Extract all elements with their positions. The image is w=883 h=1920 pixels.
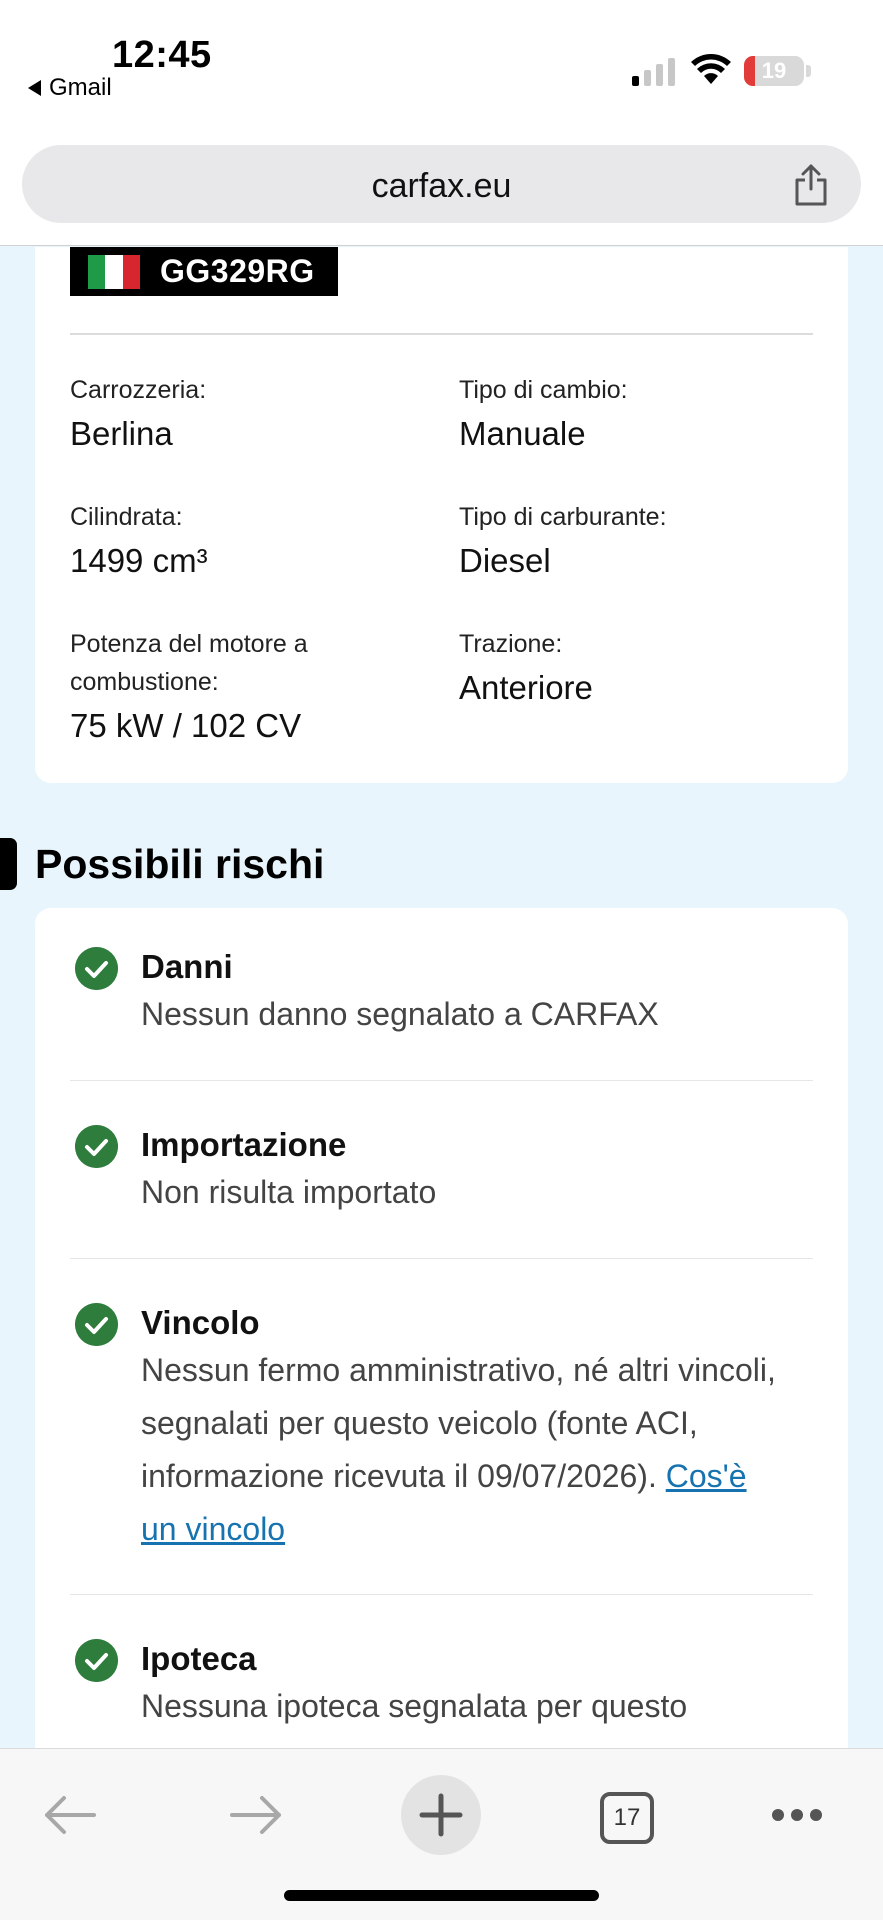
check-circle-icon <box>75 1125 118 1168</box>
risk-title: Importazione <box>141 1126 347 1163</box>
page-content: GG329RG Carrozzeria: Berlina Tipo di cam… <box>0 247 883 1748</box>
arrow-left-icon[interactable] <box>42 1793 98 1837</box>
check-circle-icon <box>75 1303 118 1346</box>
home-indicator[interactable] <box>284 1890 599 1901</box>
check-circle-icon <box>75 947 118 990</box>
back-to-app-button[interactable]: Gmail <box>28 74 112 102</box>
risk-description: Nessuna ipoteca segnalata per questo <box>141 1688 688 1724</box>
battery-cap <box>806 65 811 77</box>
spec-engine-power: Potenza del motore a combustione: 75 kW … <box>70 630 308 744</box>
share-icon[interactable] <box>791 163 831 207</box>
back-app-label: Gmail <box>49 74 112 101</box>
back-triangle-icon <box>28 80 41 96</box>
cellular-signal-icon <box>632 58 675 86</box>
divider <box>70 1258 813 1259</box>
battery-icon: 19 <box>744 56 804 86</box>
italy-flag-icon <box>88 254 140 289</box>
divider <box>70 333 813 335</box>
status-bar: 12:45 Gmail 19 <box>0 0 883 130</box>
spec-fuel: Tipo di carburante: Diesel <box>459 503 667 579</box>
risk-description: Non risulta importato <box>141 1174 437 1210</box>
wifi-icon <box>691 54 731 84</box>
more-dots-icon[interactable] <box>770 1807 824 1823</box>
spec-gearbox: Tipo di cambio: Manuale <box>459 376 628 452</box>
risk-title: Ipoteca <box>141 1640 257 1677</box>
spec-drivetrain: Trazione: Anteriore <box>459 630 593 706</box>
browser-address-area: carfax.eu <box>0 130 883 246</box>
risks-card: Danni Nessun danno segnalato a CARFAX Im… <box>35 908 848 1748</box>
section-title: Possibili rischi <box>35 841 325 887</box>
risk-description: Nessun danno segnalato a CARFAX <box>141 996 659 1032</box>
risk-title: Vincolo <box>141 1304 260 1341</box>
spec-displacement: Cilindrata: 1499 cm³ <box>70 503 208 579</box>
vehicle-specs-card: GG329RG Carrozzeria: Berlina Tipo di cam… <box>35 247 848 783</box>
divider <box>70 1594 813 1595</box>
section-marker <box>0 838 17 890</box>
arrow-right-icon[interactable] <box>228 1793 284 1837</box>
address-bar[interactable]: carfax.eu <box>22 145 861 223</box>
risk-description: Nessun fermo amministrativo, né altri vi… <box>141 1344 781 1556</box>
spec-body-type: Carrozzeria: Berlina <box>70 376 207 452</box>
divider <box>70 1080 813 1081</box>
plate-number: GG329RG <box>160 253 315 289</box>
tabs-button[interactable]: 17 <box>600 1792 654 1844</box>
battery-level: 19 <box>761 58 787 83</box>
url-text: carfax.eu <box>371 167 512 205</box>
license-plate: GG329RG <box>70 247 338 296</box>
check-circle-icon <box>75 1639 118 1682</box>
new-tab-button[interactable] <box>401 1775 481 1855</box>
status-time: 12:45 <box>112 34 212 76</box>
risk-title: Danni <box>141 948 233 985</box>
plus-icon <box>419 1793 463 1837</box>
tabs-count: 17 <box>613 1804 641 1831</box>
